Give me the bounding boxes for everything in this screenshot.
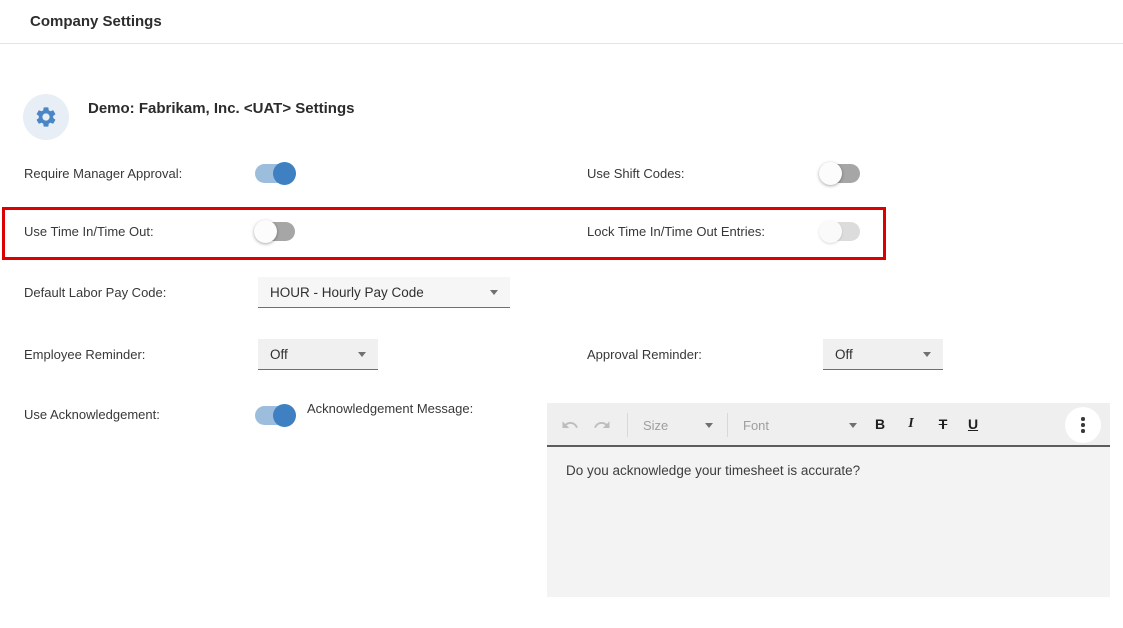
toggle-knob xyxy=(254,220,277,243)
chevron-down-icon[interactable] xyxy=(705,423,713,428)
kebab-dot xyxy=(1081,429,1085,433)
use-time-in-out-label: Use Time In/Time Out: xyxy=(24,224,154,239)
acknowledgement-message-text[interactable]: Do you acknowledge your timesheet is acc… xyxy=(547,447,1110,597)
use-acknowledgement-label: Use Acknowledgement: xyxy=(24,407,160,422)
chevron-down-icon xyxy=(490,290,498,295)
chevron-down-icon xyxy=(358,352,366,357)
bold-button[interactable]: B xyxy=(870,416,890,432)
font-family-dropdown[interactable]: Font xyxy=(743,418,769,433)
font-size-dropdown[interactable]: Size xyxy=(643,418,668,433)
approval-reminder-dropdown[interactable]: Off xyxy=(823,339,943,370)
toolbar-divider xyxy=(627,413,628,437)
undo-icon[interactable] xyxy=(561,416,579,434)
use-time-in-out-toggle[interactable] xyxy=(255,222,295,241)
page-header: Company Settings xyxy=(0,0,1123,44)
gear-icon xyxy=(34,105,58,129)
employee-reminder-dropdown[interactable]: Off xyxy=(258,339,378,370)
employee-reminder-value: Off xyxy=(270,347,288,362)
kebab-dot xyxy=(1081,423,1085,427)
use-shift-codes-label: Use Shift Codes: xyxy=(587,166,685,181)
default-labor-pay-code-dropdown[interactable]: HOUR - Hourly Pay Code xyxy=(258,277,510,308)
use-acknowledgement-toggle[interactable] xyxy=(255,406,295,425)
chevron-down-icon[interactable] xyxy=(849,423,857,428)
company-avatar xyxy=(23,94,69,140)
acknowledgement-message-label: Acknowledgement Message: xyxy=(307,401,473,416)
toggle-knob xyxy=(819,220,842,243)
editor-toolbar: Size Font B I T U xyxy=(547,403,1110,447)
require-manager-approval-label: Require Manager Approval: xyxy=(24,166,182,181)
use-shift-codes-toggle[interactable] xyxy=(820,164,860,183)
underline-button[interactable]: U xyxy=(963,416,983,432)
company-settings-title: Demo: Fabrikam, Inc. <UAT> Settings xyxy=(88,100,354,117)
toggle-knob xyxy=(819,162,842,185)
lock-time-in-out-label: Lock Time In/Time Out Entries: xyxy=(587,224,765,239)
italic-button[interactable]: I xyxy=(901,416,921,432)
redo-icon[interactable] xyxy=(593,416,611,434)
default-labor-pay-code-value: HOUR - Hourly Pay Code xyxy=(270,285,424,300)
require-manager-approval-toggle[interactable] xyxy=(255,164,295,183)
strikethrough-button[interactable]: T xyxy=(933,416,953,432)
kebab-dot xyxy=(1081,417,1085,421)
default-labor-pay-code-label: Default Labor Pay Code: xyxy=(24,285,166,300)
approval-reminder-value: Off xyxy=(835,347,853,362)
toggle-knob xyxy=(273,162,296,185)
toggle-knob xyxy=(273,404,296,427)
employee-reminder-label: Employee Reminder: xyxy=(24,347,145,362)
acknowledgement-message-editor: Size Font B I T U Do you acknowledge you… xyxy=(547,403,1110,599)
page-title: Company Settings xyxy=(30,0,162,44)
approval-reminder-label: Approval Reminder: xyxy=(587,347,702,362)
company-settings-page: Company Settings Demo: Fabrikam, Inc. <U… xyxy=(0,0,1123,628)
chevron-down-icon xyxy=(923,352,931,357)
toolbar-divider xyxy=(727,413,728,437)
more-options-button[interactable] xyxy=(1065,407,1101,443)
lock-time-in-out-toggle[interactable] xyxy=(820,222,860,241)
